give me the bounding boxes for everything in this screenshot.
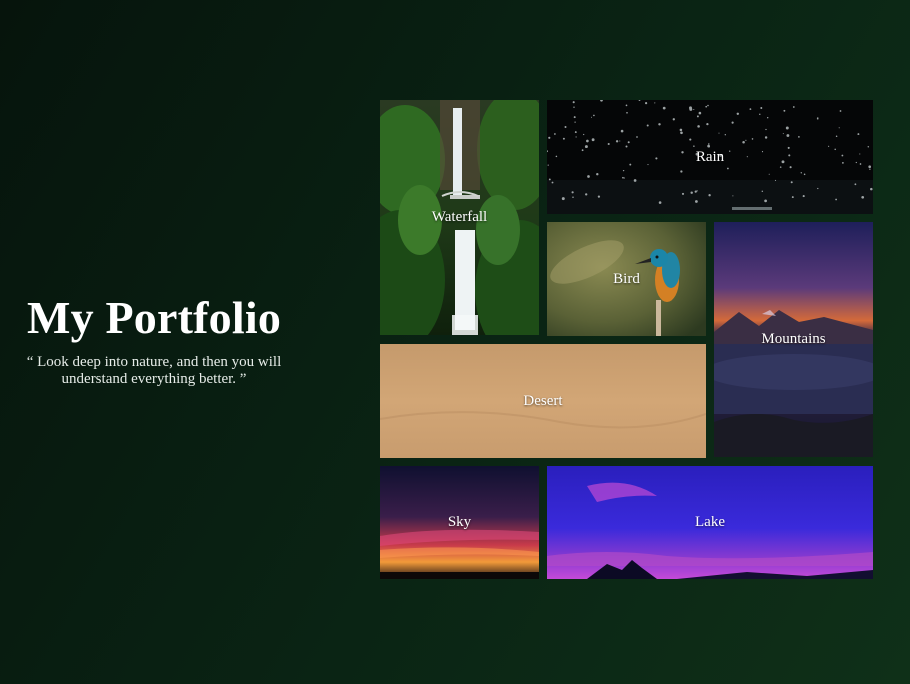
tile-label-bird: Bird	[613, 270, 640, 287]
gallery-tile-sky[interactable]: Sky	[380, 466, 539, 579]
gallery-tile-waterfall[interactable]: Waterfall	[380, 100, 539, 335]
tile-label-lake: Lake	[695, 514, 725, 530]
gallery-tile-rain[interactable]: Rain	[547, 100, 873, 214]
gallery-tile-bird[interactable]: Bird	[547, 222, 706, 336]
gallery-tile-mountains[interactable]: Mountains	[714, 222, 873, 457]
page-title: My Portfolio	[26, 292, 282, 343]
gallery-tile-lake[interactable]: Lake	[547, 466, 873, 579]
intro-section: My Portfolio “ Look deep into nature, an…	[14, 290, 294, 388]
tile-label-waterfall: Waterfall	[431, 209, 488, 225]
tile-label-mountains: Mountains	[761, 331, 826, 347]
tile-label-desert: Desert	[523, 392, 563, 409]
tile-label-sky: Sky	[447, 514, 472, 530]
page-quote: “ Look deep into nature, and then you wi…	[26, 354, 282, 387]
tile-label-rain: Rain	[695, 148, 725, 165]
gallery-tile-desert[interactable]: Desert	[380, 344, 706, 458]
